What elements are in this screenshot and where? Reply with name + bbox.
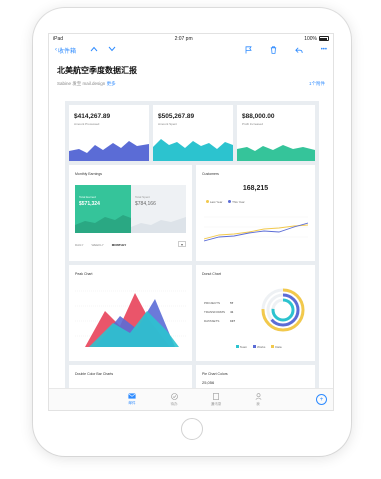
earned-panel: Total Earned $571,324 — [75, 185, 131, 233]
battery-icon — [318, 36, 329, 41]
pie-value: 25,056 — [202, 380, 215, 385]
spent-panel: Total Spent $784,166 — [131, 185, 186, 233]
customers-legend: Last Year This Year — [206, 200, 245, 204]
tab-contacts[interactable]: 通讯录 — [195, 392, 237, 407]
legend-last-year: Last Year — [209, 200, 223, 204]
chevron-left-icon: ‹ — [55, 47, 57, 53]
attachment-link[interactable]: 1个附件 — [309, 81, 325, 87]
peak-area-chart — [75, 290, 187, 347]
kpi-value: $88,000.00 — [242, 113, 275, 120]
mail-subject: 北美航空季度数据汇报 — [57, 66, 137, 75]
battery-percent: 100% — [304, 35, 317, 42]
earned-label: Total Earned — [79, 195, 96, 199]
card-title: Peak Chart — [75, 272, 93, 276]
mail-header: 北美航空季度数据汇报 Sabine 发至 mail.design 更多 1个附件 — [49, 57, 333, 91]
period-weekly[interactable]: WEEKLY — [91, 243, 103, 247]
donut-chart-card: Donut Chart PROJECTS 57 TRANSFORMS 41 DATA… — [196, 265, 315, 361]
stat-label: TRANSFORMS — [204, 310, 225, 314]
donut-legend: Team Works Data — [236, 345, 282, 349]
card-title: Pie Chart Colors — [202, 372, 228, 376]
card-title: Customers — [202, 172, 219, 176]
legend-team: Team — [239, 345, 248, 349]
peak-chart-card: Peak Chart — [69, 265, 192, 361]
kpi-label: Amount Processed — [74, 122, 100, 126]
customers-card: Customers 168,215 Last Year This Year — [196, 165, 315, 261]
stat-label: PROJECTS — [204, 301, 221, 305]
card-title: Donut Chart — [202, 272, 221, 276]
next-mail-icon[interactable] — [108, 46, 116, 54]
stat-value: 57 — [230, 301, 234, 305]
stat-label: DATASETS — [204, 319, 220, 323]
kpi-value: $505,267.89 — [158, 113, 195, 120]
monthly-earnings-card: Monthly Earnings Total Earned $571,324 T… — [69, 165, 192, 261]
tab-label: 我 — [256, 401, 260, 406]
period-toggle: DAILY WEEKLY MONTHLY — [75, 243, 126, 247]
spent-label: Total Spent — [135, 195, 151, 199]
status-bar: iPad 2:07 pm 100% — [49, 34, 333, 43]
period-monthly[interactable]: MONTHLY — [112, 243, 127, 247]
more-link[interactable]: 更多 — [107, 81, 116, 86]
prev-mail-icon[interactable] — [90, 46, 98, 54]
reply-icon[interactable] — [294, 47, 303, 54]
card-title: Monthly Earnings — [75, 172, 103, 176]
chevron-down-icon[interactable]: ▾ — [178, 241, 186, 247]
tab-label: 通讯录 — [210, 401, 222, 406]
kpi-card-processed: $414,267.89 Amount Processed — [69, 105, 149, 161]
back-button[interactable]: ‹ 收件箱 — [55, 46, 76, 55]
stat-value: 107 — [230, 319, 236, 323]
dashboard-image: $414,267.89 Amount Processed $505,267.89… — [65, 101, 319, 395]
kpi-card-spent: $505,267.89 Amount Spent — [153, 105, 233, 161]
profile-icon — [255, 392, 262, 401]
kpi-sparkline — [237, 145, 315, 161]
kpi-value: $414,267.89 — [74, 113, 111, 120]
more-icon[interactable]: ••• — [321, 47, 327, 53]
kpi-card-profit: $88,000.00 Profit Increased — [237, 105, 315, 161]
back-label: 收件箱 — [58, 48, 77, 55]
spent-value: $784,166 — [135, 201, 156, 207]
card-title: Double Color Bar Charts — [75, 372, 114, 376]
carrier: iPad — [53, 35, 64, 42]
donut-rings — [261, 288, 305, 332]
status-time: 2:07 pm — [174, 35, 193, 42]
tab-label: 邮件 — [128, 401, 136, 405]
tab-profile[interactable]: 我 — [237, 392, 279, 407]
home-button[interactable] — [181, 418, 203, 440]
sender-tag: 发至 — [72, 81, 82, 86]
earned-value: $571,324 — [79, 201, 100, 207]
donut-stats: PROJECTS 57 TRANSFORMS 41 DATASETS 107 — [204, 299, 235, 326]
tab-mail[interactable]: 邮件 — [111, 393, 153, 406]
kpi-label: Amount Spent — [158, 122, 178, 126]
kpi-sparkline — [153, 139, 233, 161]
period-daily[interactable]: DAILY — [75, 243, 83, 247]
mail-toolbar: ‹ 收件箱 ••• — [49, 43, 333, 57]
tab-todo[interactable]: 待办 — [153, 392, 195, 407]
stat-value: 41 — [230, 310, 234, 314]
contacts-icon — [213, 392, 219, 401]
todo-icon — [170, 392, 178, 401]
customers-value: 168,215 — [242, 185, 269, 192]
tab-label: 待办 — [170, 401, 178, 406]
legend-this-year: This Year — [232, 200, 245, 204]
recipient[interactable]: mail.design — [83, 81, 106, 86]
ipad-screen: iPad 2:07 pm 100% ‹ 收件箱 ••• 北美航空季度数据汇报 S… — [48, 33, 334, 411]
earned-area — [75, 215, 131, 233]
spent-area — [131, 217, 186, 233]
tab-bar: 邮件 待办 通讯录 我 + — [49, 388, 333, 410]
sender-name[interactable]: Sabine — [57, 81, 71, 86]
compose-button[interactable]: + — [316, 394, 327, 405]
legend-data: Data — [275, 345, 282, 349]
customers-line-chart — [204, 216, 308, 242]
mail-icon — [128, 393, 136, 400]
kpi-label: Profit Increased — [242, 122, 264, 126]
legend-works: Works — [256, 345, 266, 349]
compose-icon: + — [319, 396, 324, 403]
kpi-sparkline — [69, 141, 149, 161]
flag-icon[interactable] — [245, 46, 252, 54]
trash-icon[interactable] — [270, 46, 277, 54]
